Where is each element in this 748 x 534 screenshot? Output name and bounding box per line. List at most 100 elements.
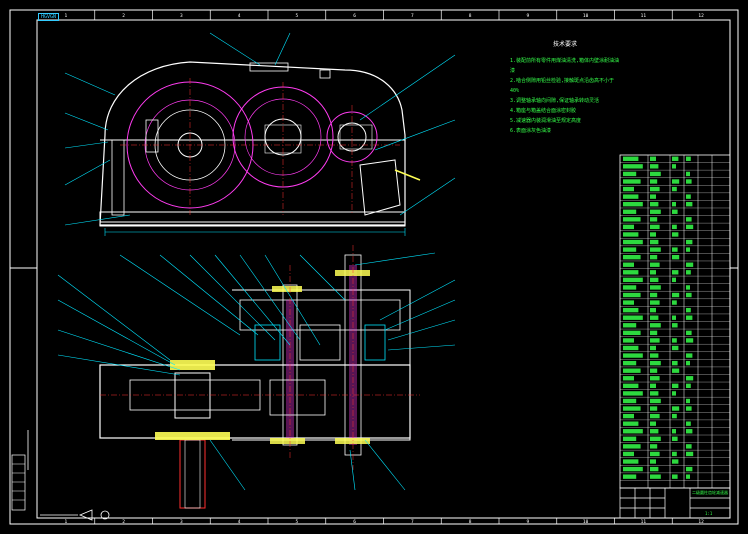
parts-table-cell-mark bbox=[650, 194, 656, 199]
parts-table-cell-mark bbox=[650, 436, 661, 441]
parts-table-cell-mark bbox=[650, 474, 661, 479]
parts-table-cell-mark bbox=[623, 444, 641, 449]
parts-table-cell-mark bbox=[623, 232, 639, 237]
parts-table-cell-mark bbox=[686, 262, 694, 267]
cad-drawing-canvas[interactable]: 1 2 3 4 5 6 7 8 9 10 11 12 1 2 3 4 5 6 7 8 9 10 11 12 bbox=[0, 0, 748, 534]
title-block-name: 二级圆柱齿轮减速器 bbox=[692, 490, 728, 495]
parts-table-cell-mark bbox=[672, 247, 678, 252]
ruler-label: 9 bbox=[527, 519, 530, 525]
parts-table-cell-mark bbox=[623, 270, 639, 275]
parts-table-cell-mark bbox=[650, 307, 656, 313]
note-line: 4.箱座与箱盖结合面涂密封胶 bbox=[510, 108, 577, 114]
parts-table-cell-mark bbox=[623, 202, 643, 207]
parts-table-cell-mark bbox=[650, 239, 659, 245]
parts-table-cell-mark bbox=[623, 194, 639, 199]
parts-table-cell-mark bbox=[623, 338, 634, 343]
parts-table-cell-mark bbox=[650, 247, 661, 252]
parts-table-cell-mark bbox=[686, 239, 693, 245]
parts-table-cell-mark bbox=[650, 338, 660, 343]
parts-table-cell-mark bbox=[650, 398, 661, 404]
top-elevation-view bbox=[64, 32, 456, 236]
note-line: 5.减速器内装润滑油至规定高度 bbox=[510, 118, 582, 124]
parts-table-cell-mark bbox=[623, 307, 639, 313]
input-shaft bbox=[179, 439, 206, 509]
parts-table-cell-mark bbox=[650, 459, 656, 464]
revision-table bbox=[11, 454, 26, 511]
parts-table-cell-mark bbox=[686, 217, 692, 222]
parts-table-cell-mark bbox=[686, 315, 693, 320]
parts-table-cell-mark bbox=[623, 360, 637, 366]
bottom-plan-view bbox=[57, 245, 456, 509]
parts-table-cell-mark bbox=[672, 186, 677, 192]
parts-table-cell-mark bbox=[623, 262, 634, 267]
parts-table-cell-mark bbox=[686, 194, 691, 199]
ruler-label: 5 bbox=[296, 519, 299, 525]
parts-table-cell-mark bbox=[672, 413, 677, 419]
parts-table-cell-mark bbox=[672, 345, 679, 351]
parts-table-cell-mark bbox=[672, 277, 676, 283]
parts-table-cell-mark bbox=[650, 444, 658, 449]
parts-table-cell-mark bbox=[686, 444, 692, 449]
ruler-label: 11 bbox=[641, 519, 647, 525]
parts-table-cell-mark bbox=[686, 474, 690, 479]
parts-list-table bbox=[619, 154, 731, 489]
parts-table-cell-mark bbox=[650, 345, 656, 351]
ruler-label: 6 bbox=[353, 13, 356, 19]
parts-table-cell-mark bbox=[672, 436, 678, 441]
parts-table-cell-mark bbox=[623, 164, 643, 169]
parts-table-cell-mark bbox=[650, 232, 656, 237]
ruler-label: 2 bbox=[122, 519, 125, 525]
top-ruler: 1 2 3 4 5 6 7 8 9 10 11 12 bbox=[65, 10, 704, 20]
parts-table-cell-mark bbox=[672, 254, 680, 260]
ruler-label: 10 bbox=[583, 519, 589, 525]
ruler-label: 2 bbox=[122, 13, 125, 19]
parts-table-cell-mark bbox=[623, 330, 641, 336]
parts-table-cell-mark bbox=[686, 398, 690, 404]
parts-table-cell-mark bbox=[686, 406, 692, 411]
projection-symbol bbox=[27, 430, 110, 521]
parts-table-cell-mark bbox=[650, 186, 660, 192]
parts-table-cell-mark bbox=[623, 429, 643, 434]
parts-table-cell-mark bbox=[623, 474, 637, 479]
parts-table-cell-mark bbox=[650, 224, 660, 230]
parts-table-cell-mark bbox=[672, 429, 676, 434]
parts-table-cell-mark bbox=[686, 466, 693, 472]
parts-table-cell-mark bbox=[623, 217, 641, 222]
ruler-label: 8 bbox=[469, 519, 472, 525]
parts-table-cell-mark bbox=[650, 315, 659, 320]
parts-table-cell-mark bbox=[686, 171, 690, 177]
ruler-label: 9 bbox=[527, 13, 530, 19]
parts-table-cell-mark bbox=[623, 323, 637, 328]
parts-table-cell-mark bbox=[650, 330, 658, 336]
parts-table-cell-mark bbox=[686, 330, 692, 336]
parts-table-cell-mark bbox=[623, 292, 641, 298]
parts-table-cell-mark bbox=[650, 451, 660, 457]
ruler-label: 11 bbox=[641, 13, 647, 19]
parts-table-cell-mark bbox=[650, 413, 660, 419]
parts-table-cell-mark bbox=[623, 466, 643, 472]
parts-table-cell-mark bbox=[686, 156, 691, 161]
parts-table-cell-mark bbox=[686, 224, 694, 230]
parts-table-cell-mark bbox=[650, 164, 659, 169]
parts-table-cell-mark bbox=[623, 368, 641, 373]
ruler-label: 1 bbox=[65, 519, 68, 525]
ruler-label: 3 bbox=[180, 13, 183, 19]
parts-table-cell-mark bbox=[650, 277, 659, 283]
parts-table-cell-mark bbox=[672, 179, 680, 184]
parts-table-cell-mark bbox=[650, 270, 656, 275]
note-line: 2.啮合侧隙用铅丝检验,接触斑点沿齿高不小于40% bbox=[510, 78, 615, 94]
parts-table-cell-mark bbox=[623, 239, 643, 245]
parts-table-cell-mark bbox=[686, 360, 690, 366]
parts-table-cell-mark bbox=[650, 368, 658, 373]
notes-title: 技术要求 bbox=[552, 41, 577, 48]
note-line: 1.装配前所有零件用煤油清洗,箱体内壁涂耐油油漆 bbox=[510, 58, 620, 74]
parts-table-cell-mark bbox=[686, 285, 690, 290]
parts-table-cell-mark bbox=[650, 383, 656, 389]
ruler-label: 10 bbox=[583, 13, 589, 19]
parts-table-cell-mark bbox=[623, 277, 643, 283]
parts-table-cell-mark bbox=[623, 156, 639, 161]
ruler-label: 4 bbox=[238, 519, 241, 525]
note-line: 3.调整轴承轴向间隙,保证轴承转动灵活 bbox=[510, 98, 600, 104]
parts-table-cell-mark bbox=[623, 224, 634, 230]
parts-table-cell-mark bbox=[650, 353, 659, 358]
